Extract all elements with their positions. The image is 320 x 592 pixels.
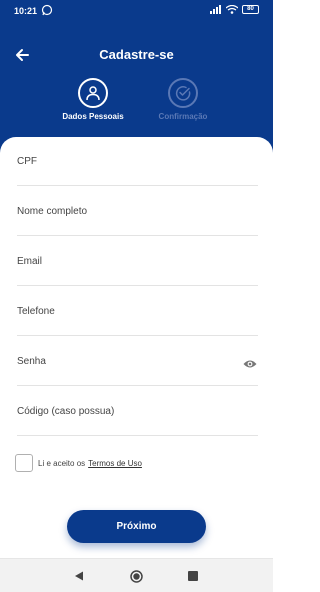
password-label: Senha	[17, 356, 46, 367]
terms-checkbox[interactable]	[15, 454, 33, 472]
step-personal-data: Dados Pessoais	[48, 78, 138, 121]
cpf-label: CPF	[17, 156, 37, 167]
eye-icon[interactable]	[243, 358, 257, 370]
step-circle	[168, 78, 198, 108]
full-name-field[interactable]: Nome completo	[17, 186, 258, 236]
navigation-bar	[0, 558, 273, 592]
nav-back-icon[interactable]	[74, 571, 84, 581]
whatsapp-icon	[41, 4, 53, 16]
check-circle-icon	[175, 86, 191, 101]
next-button[interactable]: Próximo	[67, 510, 206, 543]
wifi-icon	[226, 5, 238, 14]
step-label: Dados Pessoais	[62, 112, 124, 121]
status-icons: 80	[210, 5, 259, 14]
password-field[interactable]: Senha	[17, 336, 258, 386]
code-label: Código (caso possua)	[17, 406, 115, 417]
step-circle	[78, 78, 108, 108]
terms-link[interactable]: Termos de Uso	[88, 459, 142, 468]
battery-icon: 80	[242, 5, 259, 14]
terms-row: Li e aceito os Termos de Uso	[15, 453, 142, 473]
user-icon	[86, 86, 100, 101]
status-bar: 10:21 80	[0, 0, 273, 22]
nav-home-icon[interactable]	[130, 570, 143, 583]
phone-field[interactable]: Telefone	[17, 286, 258, 336]
email-label: Email	[17, 256, 43, 267]
cpf-field[interactable]: CPF	[17, 136, 258, 186]
email-field[interactable]: Email	[17, 236, 258, 286]
step-label: Confirmação	[158, 112, 208, 121]
signal-icon	[210, 5, 221, 14]
code-field[interactable]: Código (caso possua)	[17, 386, 258, 436]
status-time: 10:21	[14, 6, 38, 16]
step-confirmation: Confirmação	[138, 78, 228, 121]
terms-text: Li e aceito os	[38, 458, 86, 468]
full-name-label: Nome completo	[17, 206, 88, 217]
phone-label: Telefone	[17, 306, 55, 317]
nav-recent-apps-icon[interactable]	[188, 571, 198, 581]
page-title: Cadastre-se	[99, 47, 174, 62]
